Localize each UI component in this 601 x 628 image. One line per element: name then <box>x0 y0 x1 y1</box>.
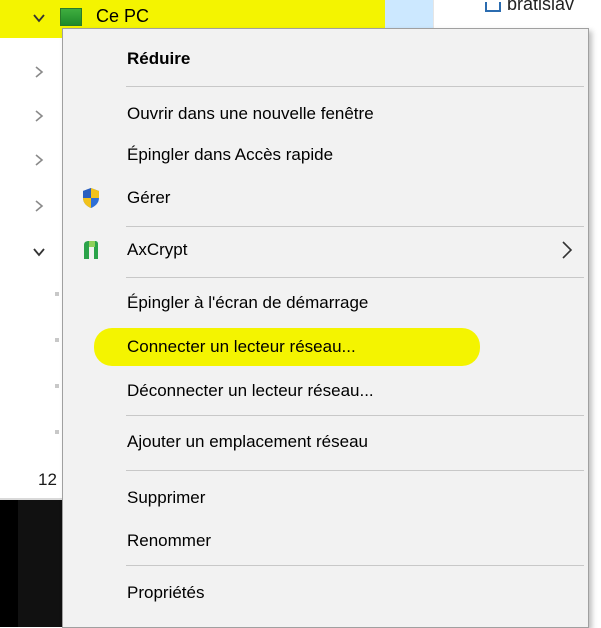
menu-item-collapse[interactable]: Réduire <box>64 37 587 81</box>
menu-item-label: Gérer <box>127 188 171 207</box>
tree-connector <box>55 384 59 388</box>
taskbar-edge <box>0 500 18 627</box>
menu-separator <box>126 565 584 566</box>
menu-item-label: Renommer <box>127 531 212 550</box>
chevron-right-icon[interactable] <box>30 198 48 216</box>
menu-separator <box>126 415 584 416</box>
document-icon <box>485 2 501 12</box>
menu-item-add-network-location[interactable]: Ajouter un emplacement réseau <box>64 420 587 464</box>
menu-item-label: Ajouter un emplacement réseau <box>127 432 368 451</box>
chevron-right-icon[interactable] <box>30 108 48 126</box>
menu-item-label: Épingler dans Accès rapide <box>127 145 334 164</box>
tree-connector <box>55 292 59 296</box>
menu-separator <box>126 470 584 471</box>
context-menu: Réduire Ouvrir dans une nouvelle fenêtre… <box>62 28 589 628</box>
menu-item-label: Déconnecter un lecteur réseau... <box>127 381 374 400</box>
axcrypt-icon <box>81 239 101 261</box>
chevron-right-icon[interactable] <box>30 152 48 170</box>
menu-item-label: Réduire <box>127 49 191 68</box>
tree-connector <box>55 338 59 342</box>
menu-separator <box>126 226 584 227</box>
menu-item-disconnect-network-drive[interactable]: Déconnecter un lecteur réseau... <box>64 369 587 413</box>
computer-icon <box>60 8 82 26</box>
menu-separator <box>126 277 584 278</box>
menu-separator <box>126 86 584 87</box>
menu-item-label: Ouvrir dans une nouvelle fenêtre <box>127 104 374 123</box>
chevron-down-icon[interactable] <box>30 244 48 262</box>
menu-item-delete[interactable]: Supprimer <box>64 476 587 520</box>
menu-item-label: Propriétés <box>127 583 205 602</box>
menu-item-open-new-window[interactable]: Ouvrir dans une nouvelle fenêtre <box>64 92 587 136</box>
shield-icon <box>81 187 101 209</box>
taskbar-panel <box>18 500 62 627</box>
menu-item-properties[interactable]: Propriétés <box>64 571 587 615</box>
menu-item-label: Supprimer <box>127 488 206 507</box>
chevron-right-icon[interactable] <box>30 64 48 82</box>
tree-connector <box>55 430 59 434</box>
menu-item-manage[interactable]: Gérer <box>64 176 587 220</box>
menu-item-rename[interactable]: Renommer <box>64 519 587 563</box>
status-item-count: 12 <box>38 470 57 489</box>
menu-item-label: Épingler à l'écran de démarrage <box>127 293 369 312</box>
chevron-right-icon <box>561 240 573 260</box>
tree-item-this-pc-label[interactable]: Ce PC <box>96 6 149 27</box>
menu-item-label: Connecter un lecteur réseau... <box>127 337 356 356</box>
file-item-label[interactable]: bratislav <box>507 0 574 15</box>
menu-item-pin-quick-access[interactable]: Épingler dans Accès rapide <box>64 133 587 177</box>
menu-item-map-network-drive[interactable]: Connecter un lecteur réseau... <box>64 325 587 369</box>
menu-item-pin-start[interactable]: Épingler à l'écran de démarrage <box>64 281 587 325</box>
chevron-down-icon[interactable] <box>30 10 48 28</box>
menu-item-label: AxCrypt <box>127 240 188 259</box>
menu-item-axcrypt[interactable]: AxCrypt <box>64 228 587 272</box>
